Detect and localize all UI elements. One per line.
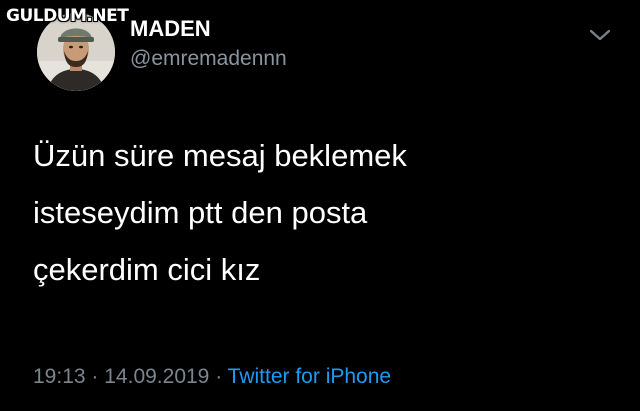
tweet-source-link[interactable]: Twitter for iPhone [228, 365, 391, 388]
tweet-text: Üzün süre mesaj beklemek isteseydim ptt … [33, 127, 623, 298]
display-name[interactable]: MADEN [130, 16, 211, 42]
tweet-text-line: çekerdim cici kız [33, 252, 261, 287]
user-handle[interactable]: @emremadennn [130, 46, 287, 72]
watermark-logo: GULDUM.NET [6, 6, 129, 26]
chevron-down-icon[interactable] [588, 26, 612, 44]
meta-separator: · [91, 365, 99, 388]
tweet-time[interactable]: 19:13 [33, 365, 86, 388]
meta-separator: · [215, 365, 223, 388]
tweet-date[interactable]: 14.09.2019 [104, 365, 209, 388]
tweet-meta: 19:13 · 14.09.2019 · Twitter for iPhone [33, 363, 391, 391]
tweet-text-line: Üzün süre mesaj beklemek [33, 138, 407, 173]
tweet-text-line: isteseydim ptt den posta [33, 195, 368, 230]
